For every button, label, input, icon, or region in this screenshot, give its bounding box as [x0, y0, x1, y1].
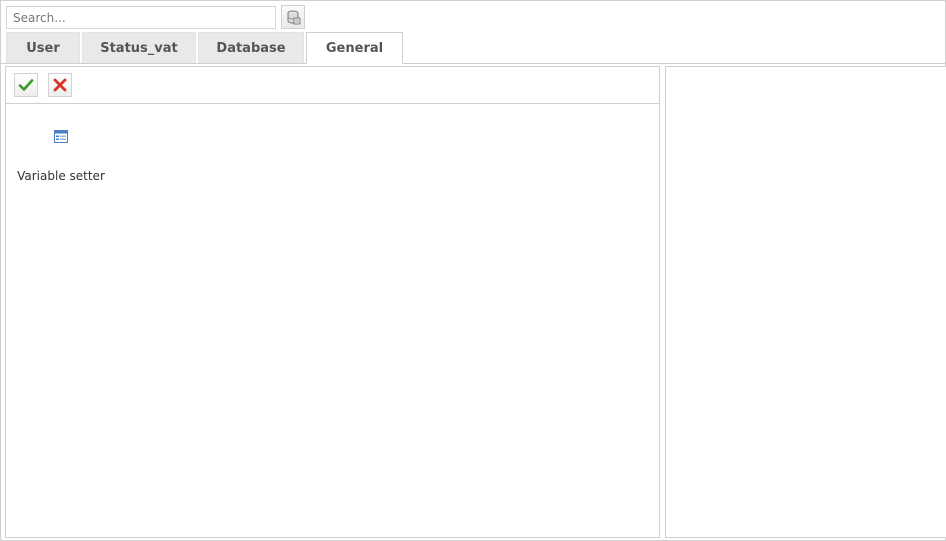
search-button[interactable] [281, 5, 305, 29]
tab-user[interactable]: User [6, 32, 80, 63]
variable-setter-label: Variable setter [17, 169, 105, 183]
components-panel: Variable setter [5, 66, 660, 538]
form-window-icon [54, 130, 68, 143]
tab-general[interactable]: General [306, 32, 403, 64]
search-input[interactable] [6, 6, 276, 29]
properties-panel [665, 66, 946, 538]
tab-database[interactable]: Database [198, 32, 304, 63]
app-frame: User Status_vat Database General [0, 0, 946, 541]
panel-toolbar [6, 67, 659, 104]
ok-button[interactable] [14, 73, 38, 97]
database-search-icon [287, 10, 301, 25]
tab-status-vat[interactable]: Status_vat [82, 32, 196, 63]
checkmark-icon [18, 79, 34, 91]
close-icon [53, 78, 67, 92]
variable-setter-item[interactable]: Variable setter [14, 129, 108, 183]
tab-bar: User Status_vat Database General [6, 32, 405, 64]
cancel-button[interactable] [48, 73, 72, 97]
